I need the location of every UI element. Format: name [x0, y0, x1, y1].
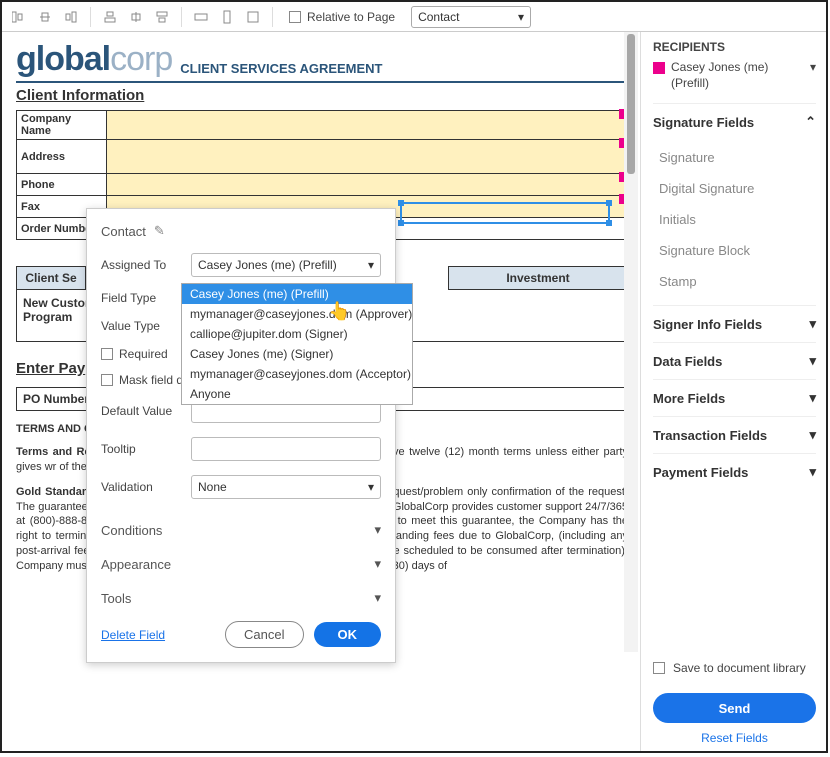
ok-button[interactable]: OK [314, 622, 382, 647]
tooltip-input[interactable] [191, 437, 381, 461]
appearance-section[interactable]: Appearance▾ [101, 547, 381, 581]
toolbar-field-select[interactable]: Contact ▾ [411, 6, 531, 28]
size-icon-3[interactable] [242, 6, 264, 28]
section-client-info: Client Information [16, 87, 628, 104]
chevron-down-icon: ▾ [518, 10, 524, 24]
more-fields-section[interactable]: More Fields▾ [653, 379, 816, 416]
send-button[interactable]: Send [653, 693, 816, 723]
signer-info-section[interactable]: Signer Info Fields▾ [653, 305, 816, 342]
chevron-down-icon: ▾ [368, 258, 374, 272]
chevron-down-icon: ▾ [809, 464, 816, 480]
signature-fields-section[interactable]: Signature Fields⌃ [653, 103, 816, 140]
conditions-section[interactable]: Conditions▾ [101, 513, 381, 547]
sig-item-block[interactable]: Signature Block [659, 235, 816, 266]
company-field[interactable] [107, 111, 628, 140]
align-icon-5[interactable] [125, 6, 147, 28]
chevron-down-icon: ▾ [374, 556, 381, 572]
edit-icon[interactable]: ✎ [154, 223, 165, 239]
field-properties-popup: Contact ✎ Assigned To Casey Jones (me) (… [86, 208, 396, 663]
relative-checkbox[interactable] [289, 11, 301, 23]
popup-title: Contact [101, 224, 146, 239]
chevron-down-icon[interactable]: ▾ [810, 60, 816, 76]
selected-field[interactable] [400, 202, 610, 224]
size-icon-1[interactable] [190, 6, 212, 28]
sig-item-initials[interactable]: Initials [659, 204, 816, 235]
tools-section[interactable]: Tools▾ [101, 581, 381, 615]
phone-field[interactable] [107, 174, 628, 196]
vertical-scrollbar[interactable] [624, 32, 638, 652]
address-field[interactable] [107, 140, 628, 174]
sig-item-signature[interactable]: Signature [659, 142, 816, 173]
chevron-down-icon: ▾ [809, 316, 816, 332]
chevron-down-icon: ▾ [374, 590, 381, 606]
dropdown-item-selected[interactable]: Casey Jones (me) (Prefill) [182, 284, 412, 304]
reset-fields-link[interactable]: Reset Fields [653, 731, 816, 745]
required-checkbox[interactable]: Required [101, 347, 168, 361]
recipient-row[interactable]: Casey Jones (me) (Prefill) ▾ [653, 60, 816, 91]
relative-to-page: Relative to Page [289, 10, 395, 24]
size-icon-2[interactable] [216, 6, 238, 28]
delete-field-link[interactable]: Delete Field [101, 628, 165, 642]
document-canvas: globalcorp CLIENT SERVICES AGREEMENT Cli… [2, 32, 640, 751]
chevron-down-icon: ▾ [809, 427, 816, 443]
document-header: globalcorp CLIENT SERVICES AGREEMENT [16, 40, 628, 83]
chevron-down-icon: ▾ [809, 390, 816, 406]
dropdown-item[interactable]: Anyone [182, 384, 412, 404]
sig-item-digital[interactable]: Digital Signature [659, 173, 816, 204]
dropdown-item[interactable]: calliope@jupiter.dom (Signer) [182, 324, 412, 344]
align-icon-1[interactable] [8, 6, 30, 28]
right-panel: RECIPIENTS Casey Jones (me) (Prefill) ▾ … [640, 32, 826, 751]
save-library-checkbox[interactable]: Save to document library [653, 651, 816, 685]
chevron-down-icon: ▾ [368, 480, 374, 494]
chevron-up-icon: ⌃ [805, 114, 816, 130]
assigned-to-select[interactable]: Casey Jones (me) (Prefill) ▾ [191, 253, 381, 277]
recipients-title: RECIPIENTS [653, 40, 816, 54]
chevron-down-icon: ▾ [374, 522, 381, 538]
dropdown-item[interactable]: mymanager@caseyjones.dom (Acceptor) [182, 364, 412, 384]
align-icon-2[interactable] [34, 6, 56, 28]
agreement-title: CLIENT SERVICES AGREEMENT [180, 61, 382, 76]
chevron-down-icon: ▾ [809, 353, 816, 369]
align-icon-6[interactable] [151, 6, 173, 28]
data-fields-section[interactable]: Data Fields▾ [653, 342, 816, 379]
assigned-to-dropdown: Casey Jones (me) (Prefill) mymanager@cas… [181, 283, 413, 405]
sig-item-stamp[interactable]: Stamp [659, 266, 816, 297]
align-icon-3[interactable] [60, 6, 82, 28]
top-toolbar: Relative to Page Contact ▾ [2, 2, 826, 32]
dropdown-item[interactable]: mymanager@caseyjones.dom (Approver) [182, 304, 412, 324]
recipient-color-icon [653, 62, 665, 74]
payment-fields-section[interactable]: Payment Fields▾ [653, 453, 816, 490]
transaction-fields-section[interactable]: Transaction Fields▾ [653, 416, 816, 453]
cancel-button[interactable]: Cancel [225, 621, 303, 648]
dropdown-item[interactable]: Casey Jones (me) (Signer) [182, 344, 412, 364]
align-icon-4[interactable] [99, 6, 121, 28]
validation-select[interactable]: None ▾ [191, 475, 381, 499]
